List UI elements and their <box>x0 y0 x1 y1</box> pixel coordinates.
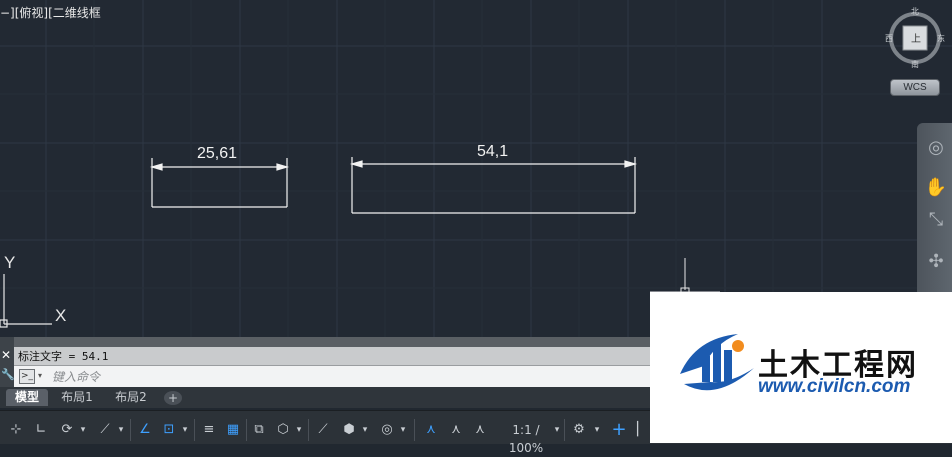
drawing-canvas[interactable]: −][俯视][二维线框 25,61 54,1 Y X 北 南 东 西 上 WCS… <box>0 0 952 337</box>
add-layout-button[interactable]: + <box>164 391 182 405</box>
crosshair-cursor <box>650 258 720 297</box>
zoom-icon[interactable]: ⤡ <box>923 207 949 233</box>
separator <box>246 419 247 441</box>
wcs-menu-button[interactable]: WCS <box>890 79 940 96</box>
command-line-side-strip: ✕ 🔧 <box>0 337 15 387</box>
separator <box>194 419 195 441</box>
command-history-text: 标注文字 = 54.1 <box>18 350 109 363</box>
compass-east[interactable]: 东 <box>937 33 945 44</box>
customization-icon[interactable]: ▏ <box>636 421 648 439</box>
selection-cycling-icon[interactable]: ⧉ <box>250 421 268 439</box>
isodraft-dropdown-icon[interactable]: ▾ <box>360 421 370 439</box>
polar-dropdown-icon[interactable]: ▾ <box>78 421 88 439</box>
orbit-icon[interactable]: ✣ <box>923 249 949 275</box>
annotation-visibility-icon[interactable]: ⋏ <box>420 421 442 439</box>
workspace-dropdown-icon[interactable]: ▾ <box>592 421 602 439</box>
polar-icon[interactable]: ⟳ <box>58 421 76 439</box>
watermark-logo: 土木工程网 www.civilcn.com <box>650 292 952 443</box>
customize-icon[interactable]: 🔧 <box>1 368 15 381</box>
osnap-icon[interactable]: ⟋ <box>96 421 114 439</box>
dynamic-ucs-icon[interactable]: ⊡ <box>160 421 178 439</box>
gizmo-icon[interactable]: ◎ <box>378 421 396 439</box>
transparency-icon[interactable]: ▦ <box>224 421 242 439</box>
annotation-scale-value[interactable]: 1:1 / 100% <box>494 421 558 455</box>
dynamic-input-icon[interactable]: ⟋ <box>314 421 332 439</box>
3d-osnap-dropdown-icon[interactable]: ▾ <box>294 421 304 439</box>
tab-model[interactable]: 模型 <box>6 389 48 406</box>
compass-west[interactable]: 西 <box>885 33 893 44</box>
viewcube-face-top[interactable]: 上 <box>911 30 921 45</box>
osnap-dropdown-icon[interactable]: ▾ <box>116 421 126 439</box>
close-icon[interactable]: ✕ <box>1 348 11 362</box>
dynamic-ucs-dropdown-icon[interactable]: ▾ <box>180 421 190 439</box>
lineweight-icon[interactable]: ∠ <box>136 421 154 439</box>
separator <box>564 419 565 441</box>
logo-emblem <box>680 334 754 391</box>
auto-scale-icon[interactable]: ⋏ <box>446 421 466 439</box>
isodraft-icon[interactable]: ⬢ <box>340 421 358 439</box>
logo-url: www.civilcn.com <box>758 376 911 397</box>
3d-osnap-icon[interactable]: ⬡ <box>274 421 292 439</box>
command-prompt-icon[interactable]: >_ <box>19 369 35 384</box>
ucs-x-label: X <box>55 306 67 325</box>
gizmo-dropdown-icon[interactable]: ▾ <box>398 421 408 439</box>
separator <box>130 419 131 441</box>
steering-wheel-icon[interactable]: ◎ <box>923 135 949 161</box>
command-recent-dropdown-icon[interactable]: ▾ <box>38 371 42 380</box>
tab-layout2[interactable]: 布局2 <box>106 389 156 406</box>
snap-icon[interactable]: ∟ <box>32 421 50 439</box>
annotation-scale-icon[interactable]: ⋏ <box>470 421 490 439</box>
grid-icon[interactable]: ⊹ <box>6 421 26 439</box>
command-input[interactable]: 键入命令 <box>52 368 100 385</box>
annotation-monitor-icon[interactable]: + <box>608 421 630 439</box>
properties-icon[interactable]: ≡ <box>200 421 218 439</box>
tab-layout1[interactable]: 布局1 <box>54 389 100 406</box>
annotation-scale-dropdown-icon[interactable]: ▾ <box>552 421 562 439</box>
gear-icon[interactable]: ⚙ <box>570 421 588 439</box>
separator <box>414 419 415 441</box>
compass-north[interactable]: 北 <box>911 6 919 17</box>
compass-south[interactable]: 南 <box>911 59 919 70</box>
separator <box>308 419 309 441</box>
pan-icon[interactable]: ✋ <box>923 175 949 201</box>
ucs-y-label: Y <box>4 253 16 272</box>
